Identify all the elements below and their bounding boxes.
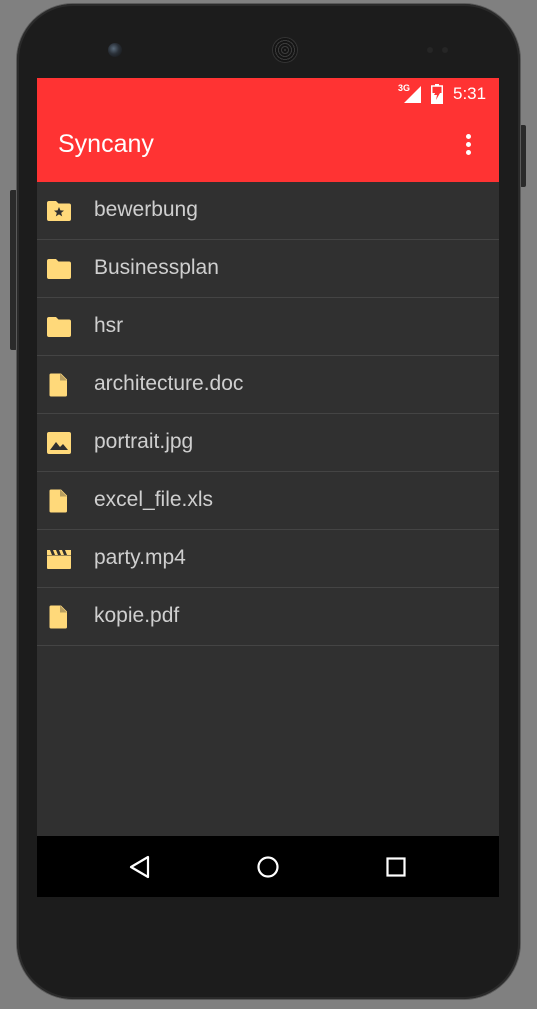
list-item[interactable]: hsr (37, 298, 499, 356)
folder-icon (47, 317, 71, 337)
list-item[interactable]: excel_file.xls (37, 472, 499, 530)
file-icon (49, 605, 67, 629)
list-item[interactable]: portrait.jpg (37, 414, 499, 472)
list-item[interactable]: party.mp4 (37, 530, 499, 588)
movie-icon (47, 550, 71, 569)
file-name: Businessplan (94, 256, 219, 279)
status-bar: 3G 5:31 (37, 78, 499, 110)
proximity-sensor (427, 47, 433, 53)
list-item[interactable]: Businessplan (37, 240, 499, 298)
file-name: kopie.pdf (94, 604, 180, 627)
image-icon (47, 432, 71, 454)
file-name: portrait.jpg (94, 430, 194, 453)
file-name: excel_file.xls (94, 488, 214, 511)
navigation-bar (37, 836, 499, 897)
back-icon[interactable] (123, 850, 157, 884)
app-title: Syncany (58, 130, 154, 158)
earpiece-speaker (273, 38, 297, 62)
home-icon[interactable] (251, 850, 285, 884)
power-button[interactable] (520, 125, 526, 187)
folder-star-icon (47, 201, 71, 221)
recents-icon[interactable] (379, 850, 413, 884)
light-sensor (442, 47, 448, 53)
file-icon (49, 489, 67, 513)
front-camera (108, 43, 122, 57)
list-item[interactable]: architecture.doc (37, 356, 499, 414)
more-vert-icon[interactable] (459, 130, 479, 162)
list-item[interactable]: kopie.pdf (37, 588, 499, 646)
file-list: bewerbung Businessplan hsr architecture.… (37, 182, 499, 646)
battery-charging-icon (431, 84, 443, 104)
cell-signal-icon (404, 86, 421, 103)
file-name: architecture.doc (94, 372, 244, 395)
clock: 5:31 (453, 84, 487, 103)
screen: 3G 5:31 Syncany bewerbung Businessplan h… (37, 78, 499, 897)
file-icon (49, 373, 67, 397)
file-name: bewerbung (94, 198, 198, 221)
volume-button[interactable] (10, 190, 17, 350)
app-bar: Syncany (37, 110, 499, 182)
folder-icon (47, 259, 71, 279)
file-name: hsr (94, 314, 124, 337)
file-name: party.mp4 (94, 546, 186, 569)
list-item[interactable]: bewerbung (37, 182, 499, 240)
